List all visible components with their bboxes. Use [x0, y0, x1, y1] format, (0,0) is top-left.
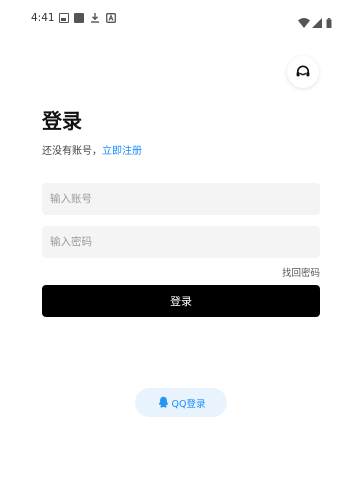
- register-prompt: 还没有账号，立即注册: [42, 142, 142, 157]
- login-screen: 4:41 登录 还没有账号，立即注册 找回密码 登录: [0, 0, 357, 497]
- password-input[interactable]: [42, 226, 320, 258]
- login-button[interactable]: 登录: [42, 285, 320, 317]
- status-time: 4:41: [31, 12, 55, 24]
- photo-icon: [59, 13, 69, 23]
- qq-login-label: QQ登录: [171, 398, 206, 410]
- no-account-text: 还没有账号，: [42, 146, 102, 157]
- wifi-icon: [298, 13, 310, 28]
- account-input[interactable]: [42, 183, 320, 215]
- battery-icon: [326, 13, 332, 28]
- square-icon: [74, 13, 84, 23]
- customer-service-button[interactable]: [287, 56, 319, 88]
- app-icon: [106, 13, 116, 23]
- register-link[interactable]: 立即注册: [102, 146, 142, 157]
- signal-icon: [312, 13, 322, 28]
- qq-penguin-icon: [158, 396, 168, 408]
- page-title: 登录: [42, 109, 82, 133]
- status-bar: 4:41: [0, 0, 357, 36]
- forgot-password-link[interactable]: 找回密码: [282, 265, 320, 279]
- download-icon: [90, 13, 100, 23]
- qq-login-button[interactable]: QQ登录: [135, 388, 227, 417]
- headset-icon: [296, 65, 310, 77]
